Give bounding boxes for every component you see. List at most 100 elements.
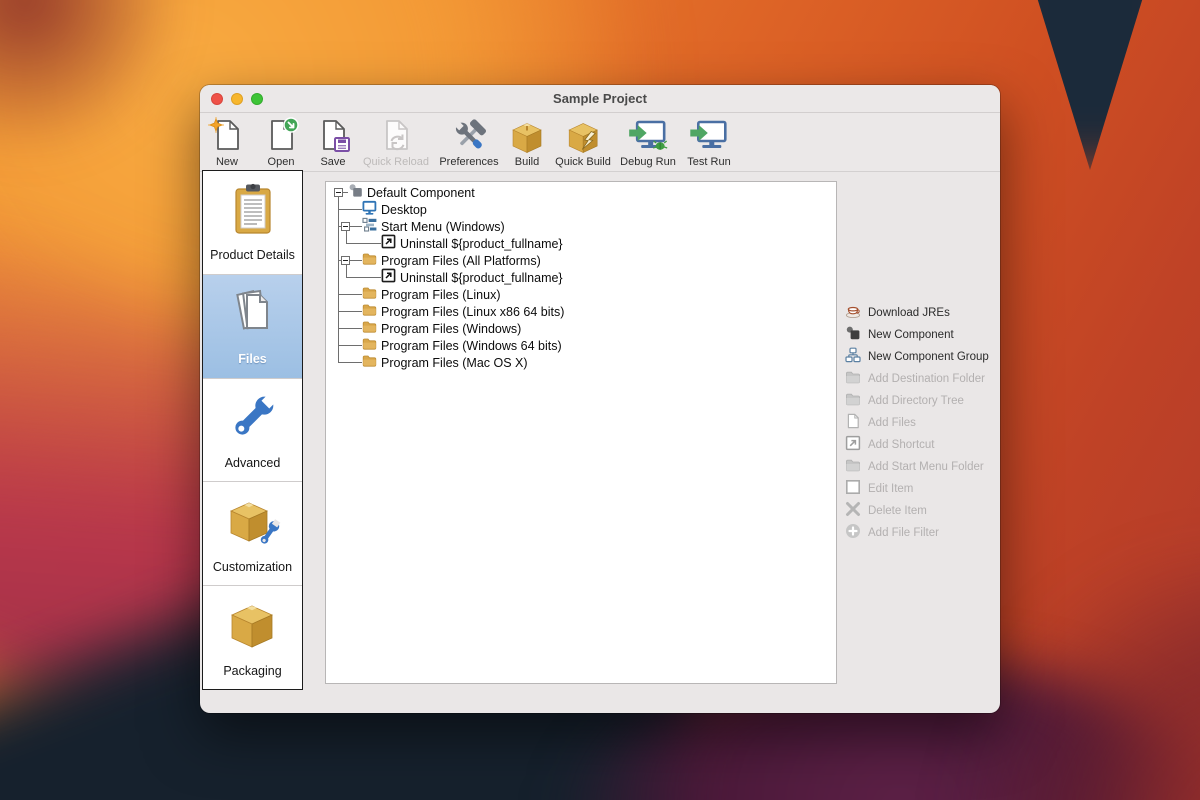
toolbar: New Open Save Quick Reload Preferences B… (200, 113, 1000, 172)
toolbar-button-open[interactable]: Open (262, 117, 300, 168)
toolbar-button-test-run[interactable]: Test Run (687, 117, 731, 168)
sidebar-item-advanced[interactable]: Advanced (203, 379, 302, 483)
action-download-jres[interactable]: Download JREs (845, 302, 989, 324)
tree-expander-minus[interactable] (341, 255, 350, 265)
main-content: Product Details Files Advanced Customiza… (200, 170, 1000, 712)
toolbar-button-new[interactable]: New (208, 117, 246, 168)
tree-item-program-files-all-platforms[interactable]: Program Files (All Platforms) (362, 252, 541, 269)
close-button[interactable] (211, 93, 223, 105)
tree-connector (345, 277, 381, 278)
tree-item-label: Program Files (Windows 64 bits) (381, 338, 562, 353)
toolbar-button-debug-run[interactable]: Debug Run (620, 117, 676, 168)
action-label: Add Directory Tree (868, 395, 964, 407)
tree-item-program-files-windows[interactable]: Program Files (Windows) (362, 320, 521, 337)
tree-connector (338, 294, 362, 295)
folder-icon (362, 353, 377, 373)
minimize-button[interactable] (231, 93, 243, 105)
startmenu-icon (362, 217, 377, 237)
tree-item-label: Program Files (All Platforms) (381, 253, 541, 268)
box-icon (227, 598, 279, 657)
sidebar-item-customization[interactable]: Customization (203, 482, 302, 587)
action-new-component[interactable]: New Component (845, 324, 989, 346)
tree-item-uninstall-product-fullname[interactable]: Uninstall ${product_fullname} (381, 268, 563, 286)
action-new-component-group[interactable]: New Component Group (845, 346, 989, 368)
component-dark-icon (845, 325, 861, 346)
tree-connector (338, 328, 362, 329)
sidebar-item-label: Customization (212, 559, 293, 574)
app-window: Sample Project New Open Save Quick Reloa… (200, 85, 1000, 713)
shortcut-gray-icon (845, 435, 861, 456)
save-document-icon (314, 117, 352, 155)
action-label: Download JREs (868, 307, 950, 319)
toolbar-button-quick-build[interactable]: Quick Build (555, 117, 611, 168)
monitor-debug-icon (627, 117, 669, 155)
action-label: Add Start Menu Folder (868, 461, 984, 473)
tree-item-program-files-mac-os-x[interactable]: Program Files (Mac OS X) (362, 354, 528, 371)
zoom-button[interactable] (251, 93, 263, 105)
tree-item-label: Uninstall ${product_fullname} (400, 236, 563, 251)
tree-item-program-files-linux-x86-64-bits[interactable]: Program Files (Linux x86 64 bits) (362, 303, 564, 320)
add-filter-icon (845, 523, 861, 544)
traffic-lights (211, 93, 263, 105)
tree-connector (345, 243, 381, 244)
action-add-file-filter[interactable]: Add File Filter (845, 522, 989, 544)
toolbar-button-save[interactable]: Save (314, 117, 352, 168)
folder-gray-icon (845, 457, 861, 478)
tree-expander-minus[interactable] (341, 221, 350, 231)
tree-expander-minus[interactable] (333, 187, 343, 197)
package-box-icon (508, 117, 546, 155)
action-add-destination-folder[interactable]: Add Destination Folder (845, 368, 989, 390)
tree-item-uninstall-product-fullname[interactable]: Uninstall ${product_fullname} (381, 234, 563, 252)
tree-connector (338, 209, 362, 210)
action-delete-item[interactable]: Delete Item (845, 500, 989, 522)
file-tree-panel[interactable]: Default Component Desktop Start Menu (Wi… (325, 181, 837, 684)
action-label: Add File Filter (868, 527, 939, 539)
toolbar-button-label: Open (267, 156, 295, 168)
action-label: New Component (868, 329, 954, 341)
toolbar-button-preferences[interactable]: Preferences (439, 117, 499, 168)
tree-item-desktop[interactable]: Desktop (362, 200, 427, 218)
sidebar-item-packaging[interactable]: Packaging (203, 586, 302, 689)
sidebar-item-files[interactable]: Files (203, 274, 302, 379)
tree-item-start-menu-windows[interactable]: Start Menu (Windows) (362, 217, 505, 237)
tree-trunk-line (338, 197, 339, 362)
tree-item-default-component[interactable]: Default Component (348, 183, 475, 201)
tree-item-label: Default Component (367, 185, 475, 200)
sidebar-item-label: Product Details (210, 248, 295, 263)
action-label: Edit Item (868, 483, 914, 495)
tree-connector (338, 311, 362, 312)
new-document-icon (208, 117, 246, 155)
toolbar-button-label: Debug Run (620, 156, 676, 168)
action-edit-item[interactable]: Edit Item (845, 478, 989, 500)
sidebar-item-product-details[interactable]: Product Details (203, 171, 302, 275)
toolbar-button-label: Quick Build (555, 156, 611, 168)
tree-item-program-files-linux[interactable]: Program Files (Linux) (362, 286, 500, 303)
tree-item-program-files-windows-64-bits[interactable]: Program Files (Windows 64 bits) (362, 337, 562, 354)
tools-icon (449, 117, 489, 155)
folder-gray-icon (845, 369, 861, 390)
action-add-start-menu-folder[interactable]: Add Start Menu Folder (845, 456, 989, 478)
action-add-shortcut[interactable]: Add Shortcut (845, 434, 989, 456)
delete-icon (845, 501, 861, 522)
action-add-files[interactable]: Add Files (845, 412, 989, 434)
quick-reload-icon (377, 117, 415, 155)
toolbar-button-build[interactable]: Build (508, 117, 546, 168)
toolbar-button-quick-reload[interactable]: Quick Reload (363, 117, 429, 168)
folder-gray-icon (845, 391, 861, 412)
tree-item-label: Program Files (Windows) (381, 321, 522, 336)
sidebar-item-label: Packaging (223, 663, 282, 678)
titlebar[interactable]: Sample Project (200, 85, 1000, 113)
toolbar-button-label: Build (514, 156, 540, 168)
tree-item-label: Program Files (Mac OS X) (381, 355, 528, 370)
tree-item-label: Start Menu (Windows) (381, 219, 505, 234)
component-group-icon (845, 347, 861, 368)
sidebar-item-label: Advanced (224, 455, 281, 470)
tree-item-label: Desktop (381, 202, 427, 217)
folder-icon (362, 251, 377, 271)
action-add-directory-tree[interactable]: Add Directory Tree (845, 390, 989, 412)
action-label: Add Shortcut (868, 439, 935, 451)
coffee-cup-icon (845, 303, 861, 324)
action-label: Add Files (868, 417, 916, 429)
action-list: Download JREs New Component New Componen… (845, 302, 989, 544)
box-wrench-icon (225, 494, 281, 553)
